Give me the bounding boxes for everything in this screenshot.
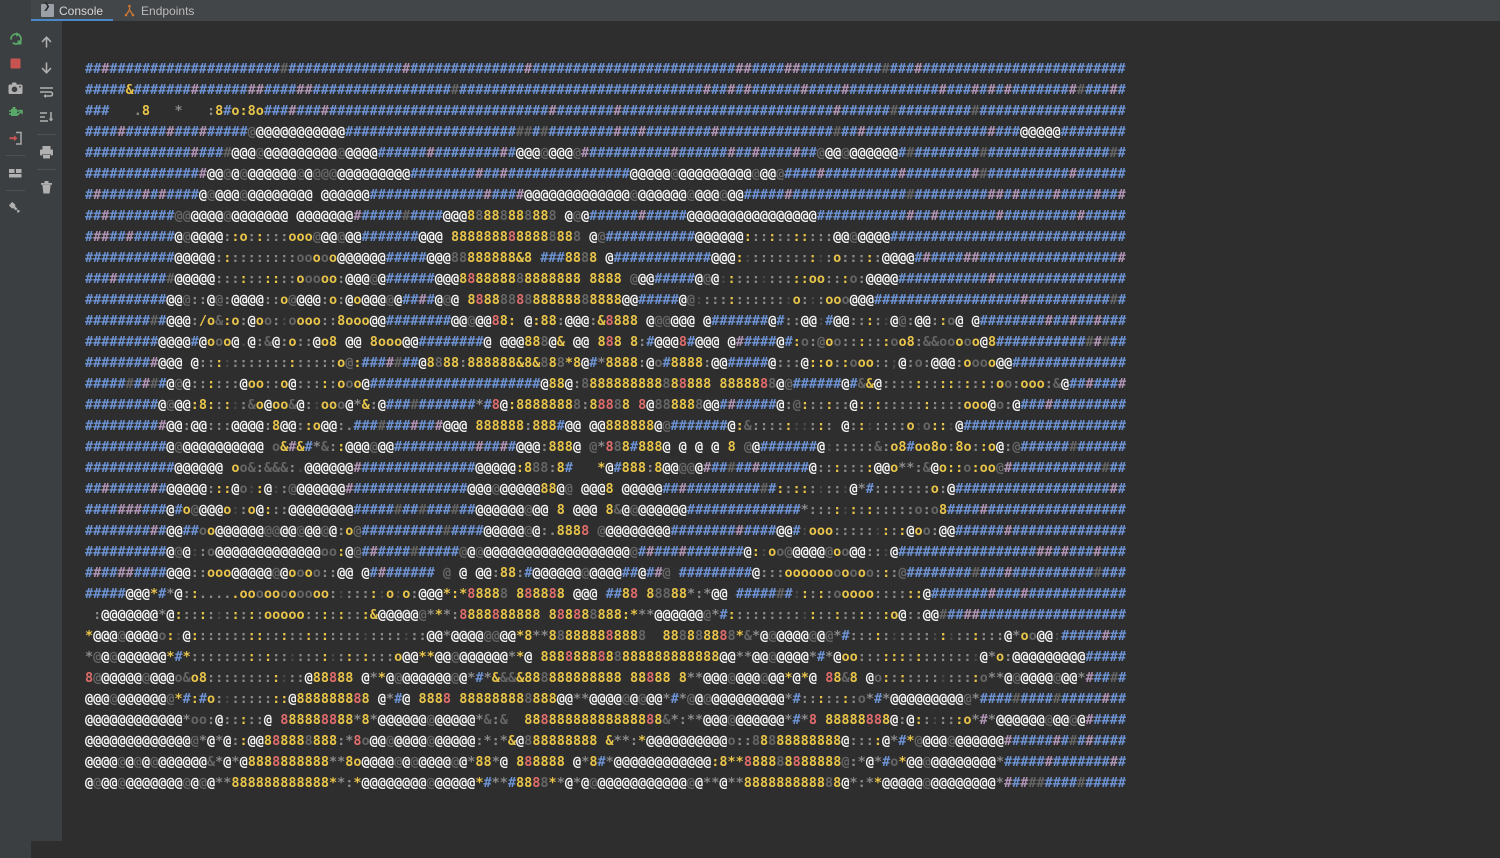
tab-console[interactable]: Console <box>31 0 114 21</box>
tab-bar: Console Endpoints <box>31 0 1500 21</box>
log-output: 2020-12-16 16:57:10 | INFO | main | cn.j… <box>72 811 1500 832</box>
open-console-button[interactable] <box>3 126 28 151</box>
toolbar-separator <box>6 155 25 156</box>
print-button[interactable] <box>34 140 59 165</box>
tab-endpoints-label: Endpoints <box>141 3 195 18</box>
screenshot-button[interactable] <box>3 76 28 101</box>
scroll-down-button[interactable] <box>34 55 59 80</box>
stop-button[interactable] <box>3 51 28 76</box>
rerun-button[interactable] <box>3 26 28 51</box>
soft-wrap-button[interactable] <box>34 80 59 105</box>
scroll-to-end-button[interactable] <box>34 105 59 130</box>
pin-button[interactable] <box>3 196 28 221</box>
run-toolbar-primary <box>0 0 31 858</box>
tab-console-label: Console <box>59 3 104 18</box>
attach-debugger-button[interactable] <box>3 101 28 126</box>
clear-all-button[interactable] <box>34 175 59 200</box>
toolbar-separator <box>37 134 56 135</box>
tab-endpoints[interactable]: Endpoints <box>113 0 204 21</box>
console-toolbar-secondary <box>31 21 62 841</box>
console-output[interactable]: ########################################… <box>62 21 1500 832</box>
scroll-up-button[interactable] <box>34 30 59 55</box>
toolbar-separator <box>6 190 25 191</box>
endpoints-icon <box>123 4 136 17</box>
toolbar-separator <box>37 169 56 170</box>
layout-button[interactable] <box>3 161 28 186</box>
ascii-art-banner: ########################################… <box>85 61 1127 791</box>
console-run-icon <box>41 2 54 17</box>
run-tool-window: Console Endpoints ######################… <box>0 0 1500 858</box>
